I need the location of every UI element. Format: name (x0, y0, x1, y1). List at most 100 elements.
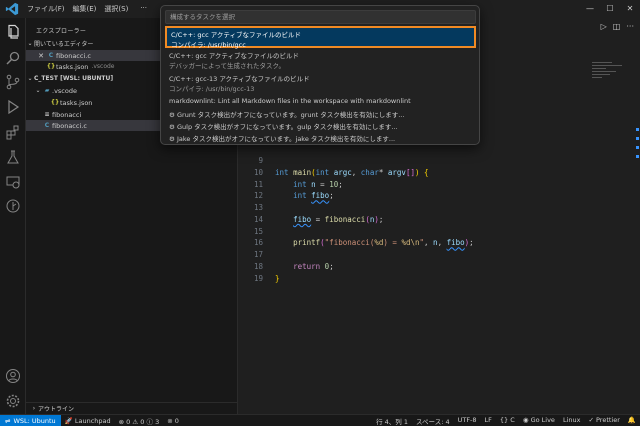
folder-icon: ▰ (44, 87, 50, 94)
line-number: 18 (253, 261, 263, 271)
prettier-item[interactable]: ✓ Prettier (584, 416, 623, 426)
scrollbar-markers (636, 128, 639, 188)
run-debug-icon[interactable] (5, 99, 21, 115)
git-graph-icon[interactable] (5, 198, 21, 214)
prettier-label: Prettier (595, 415, 620, 424)
more-actions-icon[interactable]: ··· (626, 22, 634, 31)
quick-pick-item-label: C/C++: gcc-13 アクティブなファイルのビルド (169, 75, 310, 83)
quick-pick-item[interactable]: ⚙ Gulp タスク検出がオフになっています。gulp タスク検出を有効にします.… (165, 121, 476, 132)
open-editor-path: .vscode (91, 63, 115, 70)
quick-pick-input[interactable]: 構成するタスクを選択 (165, 10, 476, 24)
outline-panel-header[interactable]: › アウトライン (26, 402, 238, 414)
manage-gear-icon[interactable] (5, 393, 21, 409)
code-line: 12 int fibo; (239, 190, 474, 202)
quick-pick-item-label: Grunt タスク検出がオフになっています。grunt タスク検出を有効にします… (177, 111, 405, 119)
quick-pick-item-detail: コンパイラ: /usr/bin/gcc (171, 41, 246, 49)
sidebar-title: エクスプローラー (36, 28, 87, 35)
remote-indicator[interactable]: ⇌ WSL: Ubuntu (0, 414, 61, 426)
cursor-position[interactable]: 行 4、列 1 (372, 416, 412, 426)
open-editor-name: fibonacci.c (56, 51, 91, 60)
editor-actions: ▷ ◫ ··· (601, 22, 634, 31)
gear-icon[interactable]: ⚙ (169, 123, 177, 131)
ports-icon: ⊚ (167, 416, 173, 425)
menu-more[interactable]: ··· (140, 4, 147, 14)
quick-pick-item-label: Jake タスク検出がオフになっています。jake タスク検出を有効にします..… (177, 135, 396, 143)
quick-pick-item-label: C/C++: gcc アクティブなファイルのビルド (169, 52, 300, 60)
error-count: 0 (126, 417, 131, 426)
gear-icon[interactable]: ⚙ (169, 135, 177, 143)
language-label: C (510, 415, 515, 424)
line-number: 16 (253, 238, 263, 248)
platform-item[interactable]: Linux (559, 416, 585, 426)
source-control-icon[interactable] (5, 74, 21, 90)
minimize-icon[interactable]: — (580, 0, 600, 18)
file-icon: ≡ (44, 111, 50, 118)
warning-count: 0 (140, 417, 145, 426)
open-editor-name: tasks.json (56, 62, 89, 71)
info-count: 3 (155, 417, 160, 426)
chevron-down-icon: ⌄ (27, 75, 33, 82)
line-number: 17 (253, 250, 263, 259)
problems-item[interactable]: ⊗ 0 ⚠ 0 ⓘ 3 (115, 416, 164, 426)
menu-selection[interactable]: 選択(S) (104, 4, 128, 14)
line-ending[interactable]: LF (481, 416, 496, 426)
launchpad-item[interactable]: 🚀 Launchpad (61, 417, 115, 425)
close-icon[interactable]: ✕ (36, 52, 46, 60)
code-line: 13 (239, 202, 474, 214)
quick-pick-item[interactable]: C/C++: gcc アクティブなファイルのビルド デバッガーによって生成された… (165, 50, 476, 72)
open-editors-label: 開いているエディター (34, 41, 94, 48)
code-line: 14 fibo = fibonacci(n); (239, 214, 474, 226)
language-mode[interactable]: {} C (496, 416, 519, 426)
quick-pick-item[interactable]: C/C++: gcc-13 アクティブなファイルのビルド コンパイラ: /usr… (165, 73, 476, 95)
warning-icon: ⚠ (132, 417, 139, 426)
line-number: 13 (253, 203, 263, 212)
encoding[interactable]: UTF-8 (454, 416, 481, 426)
split-editor-icon[interactable]: ◫ (613, 22, 621, 31)
line-number: 19 (253, 273, 263, 283)
quick-pick-item-label: C/C++: gcc アクティブなファイルのビルド (171, 31, 302, 39)
vscode-logo-icon (5, 2, 19, 16)
status-right: 行 4、列 1 スペース: 4 UTF-8 LF {} C ◉ Go Live … (372, 416, 640, 426)
line-number: 9 (258, 156, 263, 165)
account-icon[interactable] (5, 368, 21, 384)
ports-item[interactable]: ⊚ 0 (163, 417, 183, 425)
quick-pick-item[interactable]: C/C++: gcc アクティブなファイルのビルド コンパイラ: /usr/bi… (165, 26, 476, 49)
error-icon: ⊗ (118, 417, 125, 426)
explorer-icon[interactable] (5, 24, 21, 40)
code-line: 17 (239, 249, 474, 261)
c-file-icon: C (44, 122, 50, 129)
extensions-icon[interactable] (5, 124, 21, 140)
info-icon: ⓘ (146, 417, 154, 426)
json-file-icon: {} (50, 99, 60, 106)
workspace-label: C_TEST [WSL: UBUNTU] (34, 75, 114, 82)
line-number: 12 (253, 191, 263, 201)
tree-item-label: tasks.json (60, 98, 93, 107)
quick-pick-item[interactable]: ⚙ Grunt タスク検出がオフになっています。grunt タスク検出を有効にしま… (165, 109, 476, 120)
go-live-item[interactable]: ◉ Go Live (519, 416, 559, 426)
code-view[interactable]: 9 10 int main(int argc, char* argv[]) { 1… (239, 155, 474, 284)
minimap[interactable] (592, 62, 636, 92)
notifications-bell-icon[interactable]: 🔔 (624, 416, 640, 426)
maximize-icon[interactable]: ☐ (600, 0, 620, 18)
menu-edit[interactable]: 編集(E) (73, 4, 97, 14)
quick-pick-item[interactable]: ⚙ Jake タスク検出がオフになっています。jake タスク検出を有効にします.… (165, 133, 476, 144)
menu-file[interactable]: ファイル(F) (27, 4, 65, 14)
gear-icon[interactable]: ⚙ (169, 111, 177, 119)
braces-icon: {} (499, 415, 509, 424)
window-controls: — ☐ ✕ (580, 0, 640, 18)
indentation[interactable]: スペース: 4 (412, 416, 454, 426)
testing-icon[interactable] (5, 149, 21, 165)
remote-explorer-icon[interactable] (5, 174, 21, 190)
quick-pick-item[interactable]: markdownlint: Lint all Markdown files in… (165, 97, 476, 108)
chevron-down-icon: ⌄ (35, 87, 41, 94)
code-line: 16 printf("fibonacci(%d) = %d\n", n, fib… (239, 237, 474, 249)
outline-label: アウトライン (38, 406, 75, 413)
quick-pick-item-label: Gulp タスク検出がオフになっています。gulp タスク検出を有効にします..… (177, 123, 398, 131)
run-icon[interactable]: ▷ (601, 22, 607, 31)
quick-pick-item-detail: デバッガーによって生成されたタスク。 (169, 62, 285, 70)
go-live-label: Go Live (530, 415, 555, 424)
search-icon[interactable] (5, 50, 21, 66)
tree-item-label: .vscode (52, 86, 77, 95)
tree-item-label: fibonacci.c (52, 121, 87, 130)
close-window-icon[interactable]: ✕ (620, 0, 640, 18)
